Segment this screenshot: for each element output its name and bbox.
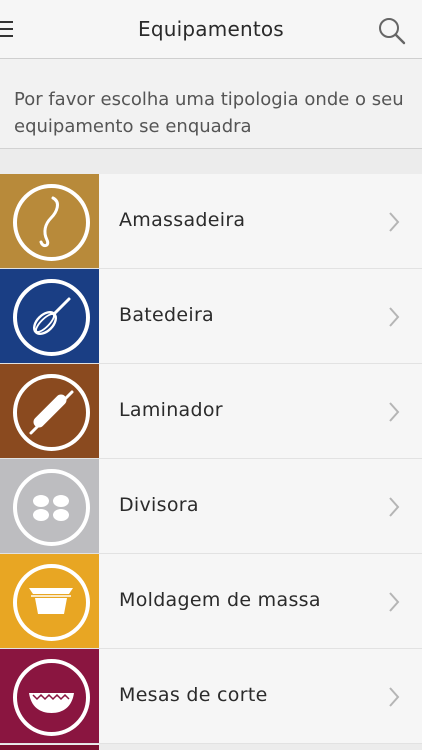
chevron-right-icon [389,307,400,327]
chevron-right-icon [389,402,400,422]
whisk-icon [33,297,71,335]
category-label: Batedeira [119,304,215,326]
category-thumbnail [0,459,99,553]
instruction-text: Por favor escolha uma tipologia onde o s… [14,89,404,137]
category-thumbnail [0,174,99,268]
category-label: Mesas de corte [119,684,268,706]
cutting-table-icon [29,693,74,713]
chevron-right-icon [389,212,400,232]
mold-icon [29,588,73,614]
category-label: Divisora [119,494,199,516]
page-title: Equipamentos [138,17,284,41]
next-category-thumbnail-partial [0,745,99,750]
category-list: Amassadeira Batedeira Laminador Divisora… [0,174,422,744]
search-icon[interactable] [377,16,407,46]
category-item-amassadeira[interactable]: Amassadeira [0,174,422,269]
category-item-laminador[interactable]: Laminador [0,364,422,459]
rolling-pin-icon [29,390,74,435]
category-thumbnail [0,364,99,458]
top-bar: Equipamentos [0,0,422,59]
category-item-divisora[interactable]: Divisora [0,459,422,554]
app: Equipamentos Por favor escolha uma tipol… [0,0,422,750]
category-label: Amassadeira [119,209,246,231]
dough-hook-icon [39,196,59,248]
chevron-right-icon [389,592,400,612]
chevron-right-icon [389,497,400,517]
chevron-right-icon [389,687,400,707]
category-label: Moldagem de massa [119,589,321,611]
category-item-moldagem-de-massa[interactable]: Moldagem de massa [0,554,422,649]
category-label: Laminador [119,399,223,421]
instruction-panel: Por favor escolha uma tipologia onde o s… [0,59,422,149]
category-item-mesas-de-corte[interactable]: Mesas de corte [0,649,422,744]
category-item-batedeira[interactable]: Batedeira [0,269,422,364]
category-thumbnail [0,649,99,743]
dough-portions-icon [33,495,69,521]
category-thumbnail [0,269,99,363]
category-thumbnail [0,554,99,648]
